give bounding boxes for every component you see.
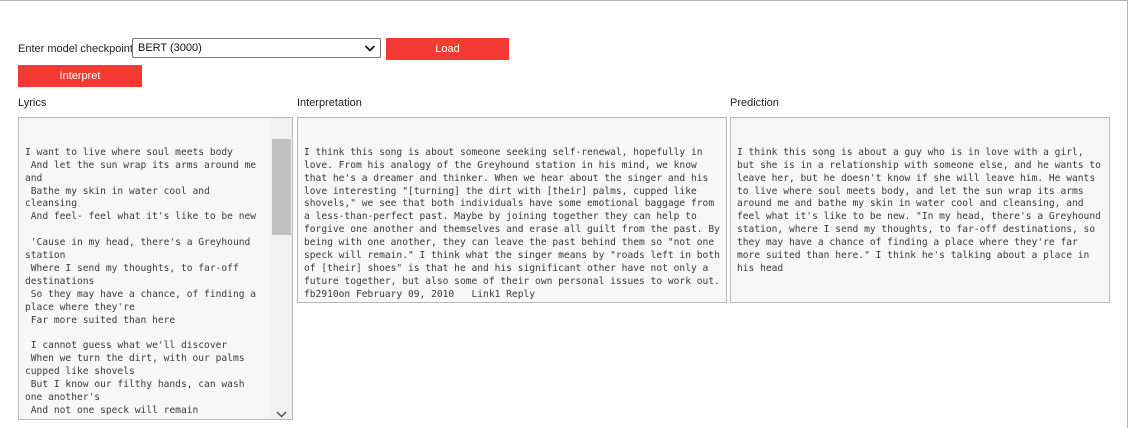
lyrics-scrollbar[interactable]: [271, 118, 292, 419]
lyrics-text: I want to live where soul meets body And…: [25, 146, 257, 416]
lyrics-textarea[interactable]: I want to live where soul meets body And…: [18, 117, 293, 420]
prediction-textarea[interactable]: I think this song is about a guy who is …: [730, 117, 1110, 303]
scroll-up-arrow-icon[interactable]: [271, 120, 292, 158]
chevron-down-icon: [363, 40, 377, 56]
lyrics-scroll-thumb[interactable]: [272, 139, 291, 235]
prediction-label: Prediction: [730, 97, 779, 109]
resize-grip-icon[interactable]: [1092, 285, 1108, 301]
checkpoint-select[interactable]: BERT (3000): [132, 38, 381, 58]
resize-grip-icon[interactable]: [275, 402, 291, 418]
prediction-text: I think this song is about a guy who is …: [737, 146, 1107, 274]
app-page: Enter model checkpoint BERT (3000) Load …: [0, 0, 1128, 428]
interpretation-label: Interpretation: [297, 97, 362, 109]
interpretation-text: I think this song is about someone seeki…: [304, 146, 726, 300]
lyrics-label: Lyrics: [18, 97, 47, 109]
interpretation-textarea[interactable]: I think this song is about someone seeki…: [297, 117, 727, 303]
resize-grip-icon[interactable]: [709, 285, 725, 301]
checkpoint-label: Enter model checkpoint: [18, 43, 133, 55]
interpret-button[interactable]: Interpret: [18, 65, 142, 87]
scroll-down-arrow-icon[interactable]: [271, 379, 292, 418]
load-button[interactable]: Load: [386, 38, 509, 60]
checkpoint-select-value: BERT (3000): [138, 42, 202, 54]
